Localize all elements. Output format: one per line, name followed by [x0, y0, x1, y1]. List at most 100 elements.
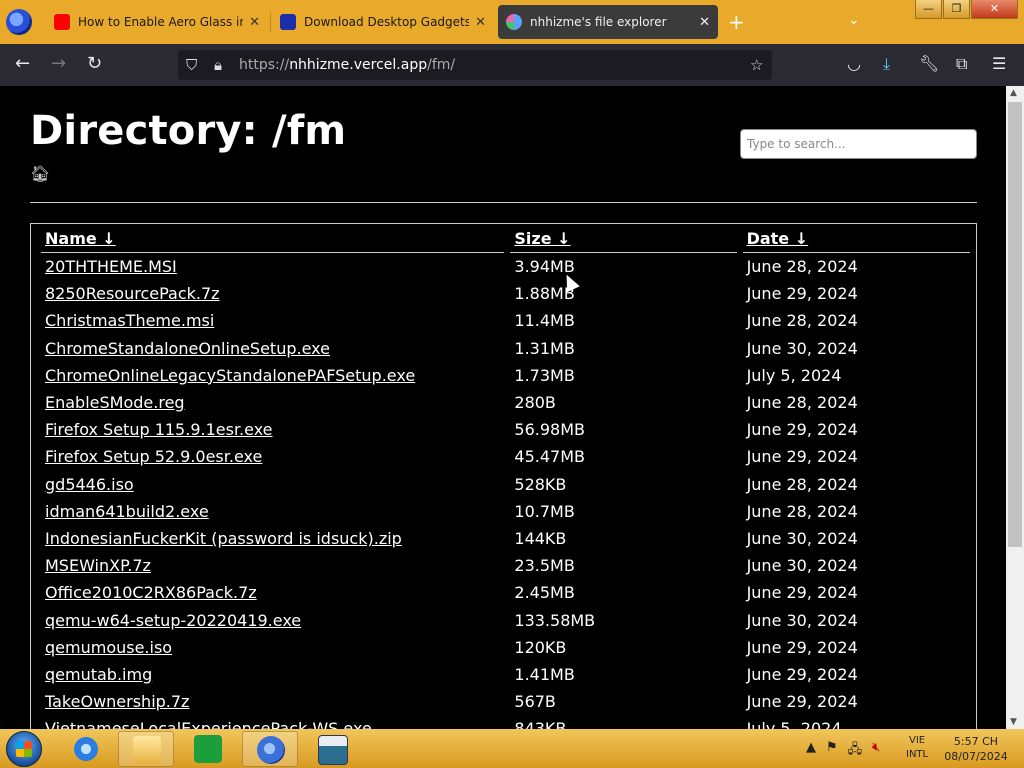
menu-icon[interactable]: ☰ [992, 54, 1006, 74]
show-hidden-icons-icon[interactable]: ▲ [806, 740, 816, 762]
file-name-link[interactable]: ChristmasTheme.msi [45, 311, 214, 330]
file-size: 1.73MB [514, 365, 575, 385]
scroll-thumb[interactable] [1008, 102, 1022, 547]
window-controls: — ❐ ✕ [914, 0, 1018, 19]
scroll-down-icon[interactable]: ▼ [1010, 717, 1017, 727]
table-cell-name: Firefox Setup 115.9.1esr.exe [41, 416, 504, 443]
table-cell-size: 56.98MB [510, 416, 736, 443]
file-name-link[interactable]: qemutab.img [45, 665, 152, 684]
file-name-link[interactable]: qemumouse.iso [45, 638, 172, 657]
file-name-link[interactable]: Office2010C2RX86Pack.7z [45, 583, 257, 602]
close-tab-icon[interactable]: ✕ [249, 15, 260, 30]
home-icon[interactable]: 🏠︎ [30, 164, 50, 183]
tab-title: nhhizme's file explorer [530, 15, 667, 29]
reload-icon[interactable]: ↻ [87, 54, 102, 74]
file-name-link[interactable]: 20THTHEME.MSI [45, 257, 177, 276]
file-size: 567B [514, 692, 556, 712]
taskbar-ie[interactable] [58, 731, 114, 767]
url-scheme: https:// [239, 57, 290, 73]
start-button[interactable] [6, 731, 42, 767]
minimize-button[interactable]: — [915, 0, 942, 19]
network-icon[interactable]: 🖧︎ [848, 740, 863, 762]
new-tab-button[interactable]: + [728, 10, 745, 34]
sort-by-size-link[interactable]: Size ↓ [514, 229, 570, 248]
file-rows: 20THTHEME.MSI 3.94MB June 28, 2024 8250Reso… [41, 253, 970, 729]
taskbar-media[interactable] [304, 731, 360, 767]
language-code: VIE [909, 735, 926, 746]
close-window-button[interactable]: ✕ [971, 0, 1018, 19]
table-cell-size: 2.45MB [510, 579, 736, 606]
wrench-icon[interactable]: 🔧︎ [919, 54, 939, 74]
name-column-header: Name ↓ [41, 224, 505, 253]
bookmark-star-icon[interactable]: ☆ [750, 56, 763, 74]
table-row: TakeOwnership.7z 567B June 29, 2024 [41, 688, 970, 715]
file-name-link[interactable]: ChromeStandaloneOnlineSetup.exe [45, 339, 330, 358]
page-content: Directory: /fm 🏠︎ Name ↓ Size ↓ Date ↓ 2… [0, 86, 1006, 729]
taskbar-firefox[interactable] [242, 731, 298, 767]
tab-strip: How to Enable Aero Glass in Wi ✕ Downloa… [0, 0, 1024, 44]
page-scrollbar[interactable]: ▲ ▼ [1006, 86, 1024, 729]
clock-date: 08/07/2024 [944, 750, 1008, 763]
close-tab-icon[interactable]: ✕ [699, 15, 710, 30]
close-tab-icon[interactable]: ✕ [475, 15, 486, 30]
file-name-link[interactable]: Firefox Setup 52.9.0esr.exe [45, 447, 262, 466]
file-size: 11.4MB [514, 311, 575, 331]
table-cell-name: 8250ResourcePack.7z [41, 280, 504, 307]
file-date: June 30, 2024 [746, 338, 858, 358]
table-row: gd5446.iso 528KB June 28, 2024 [41, 471, 970, 498]
url-text[interactable]: https://nhhizme.vercel.app/fm/ [239, 57, 455, 73]
file-name-link[interactable]: idman641build2.exe [45, 502, 209, 521]
file-name-link[interactable]: VietnameseLocalExperiencePack-WS.exe [45, 719, 372, 729]
scroll-up-icon[interactable]: ▲ [1010, 88, 1017, 98]
address-bar[interactable]: ⛉ 🔒︎ https://nhhizme.vercel.app/fm/ ☆ [178, 50, 772, 80]
file-size: 56.98MB [514, 420, 585, 440]
flag-icon[interactable]: ⚑ [826, 740, 838, 762]
file-name-link[interactable]: Firefox Setup 115.9.1esr.exe [45, 420, 273, 439]
table-cell-date: June 30, 2024 [743, 525, 970, 552]
file-table: Name ↓ Size ↓ Date ↓ 20THTHEME.MSI 3.94MB… [35, 224, 976, 729]
table-cell-date: June 28, 2024 [743, 307, 970, 334]
maximize-button[interactable]: ❐ [943, 0, 970, 19]
file-name-link[interactable]: ChromeOnlineLegacyStandalonePAFSetup.exe [45, 366, 415, 385]
tab-desktop-gadgets[interactable]: Download Desktop Gadgets an ✕ [272, 5, 494, 39]
sort-by-date-link[interactable]: Date ↓ [747, 229, 809, 248]
list-all-tabs-icon[interactable]: ⌄ [848, 12, 860, 28]
table-row: Firefox Setup 52.9.0esr.exe 45.47MB June 2… [41, 443, 970, 470]
file-size: 23.5MB [514, 556, 575, 576]
clock[interactable]: 5:57 CH 08/07/2024 [944, 734, 1008, 764]
table-cell-name: qemutab.img [41, 661, 504, 688]
file-name-link[interactable]: MSEWinXP.7z [45, 556, 151, 575]
file-name-link[interactable]: 8250ResourcePack.7z [45, 284, 220, 303]
firefox-view-icon[interactable] [6, 9, 32, 35]
file-name-link[interactable]: IndonesianFuckerKit (password is idsuck)… [45, 529, 402, 548]
downloads-icon[interactable]: ⤓ [883, 54, 890, 74]
table-cell-date: June 29, 2024 [743, 443, 970, 470]
tab-file-explorer[interactable]: nhhizme's file explorer ✕ [498, 5, 718, 39]
pocket-icon[interactable]: ◡ [847, 54, 861, 74]
taskbar-store[interactable] [180, 731, 236, 767]
file-name-link[interactable]: gd5446.iso [45, 475, 134, 494]
shield-icon[interactable]: ⛉ [186, 56, 197, 74]
taskbar-file-explorer[interactable] [118, 731, 174, 767]
file-name-link[interactable]: TakeOwnership.7z [45, 692, 189, 711]
table-cell-size: 1.41MB [510, 661, 736, 688]
file-size: 133.58MB [514, 610, 596, 630]
file-name-link[interactable]: EnableSMode.reg [45, 393, 185, 412]
sort-by-name-link[interactable]: Name ↓ [45, 229, 116, 248]
file-name-link[interactable]: qemu-w64-setup-20220419.exe [45, 611, 301, 630]
search-input[interactable] [740, 129, 977, 159]
back-arrow-icon[interactable]: ← [15, 54, 30, 74]
internet-explorer-icon [72, 735, 100, 763]
extensions-icon[interactable]: ⧉ [956, 54, 967, 74]
media-icon [318, 735, 348, 765]
file-date: June 28, 2024 [746, 474, 858, 494]
volume-muted-icon[interactable]: 🔇︎ [872, 740, 880, 762]
tab-aero-glass[interactable]: How to Enable Aero Glass in Wi ✕ [46, 5, 268, 39]
table-cell-size: 1.73MB [510, 362, 736, 389]
input-language[interactable]: VIE INTL [906, 734, 928, 762]
lock-icon[interactable]: 🔒︎ [214, 56, 222, 74]
table-cell-date: June 29, 2024 [743, 416, 970, 443]
table-row: 20THTHEME.MSI 3.94MB June 28, 2024 [41, 253, 970, 280]
table-row: idman641build2.exe 10.7MB June 28, 2024 [41, 498, 970, 525]
forward-arrow-icon[interactable]: → [51, 54, 66, 74]
